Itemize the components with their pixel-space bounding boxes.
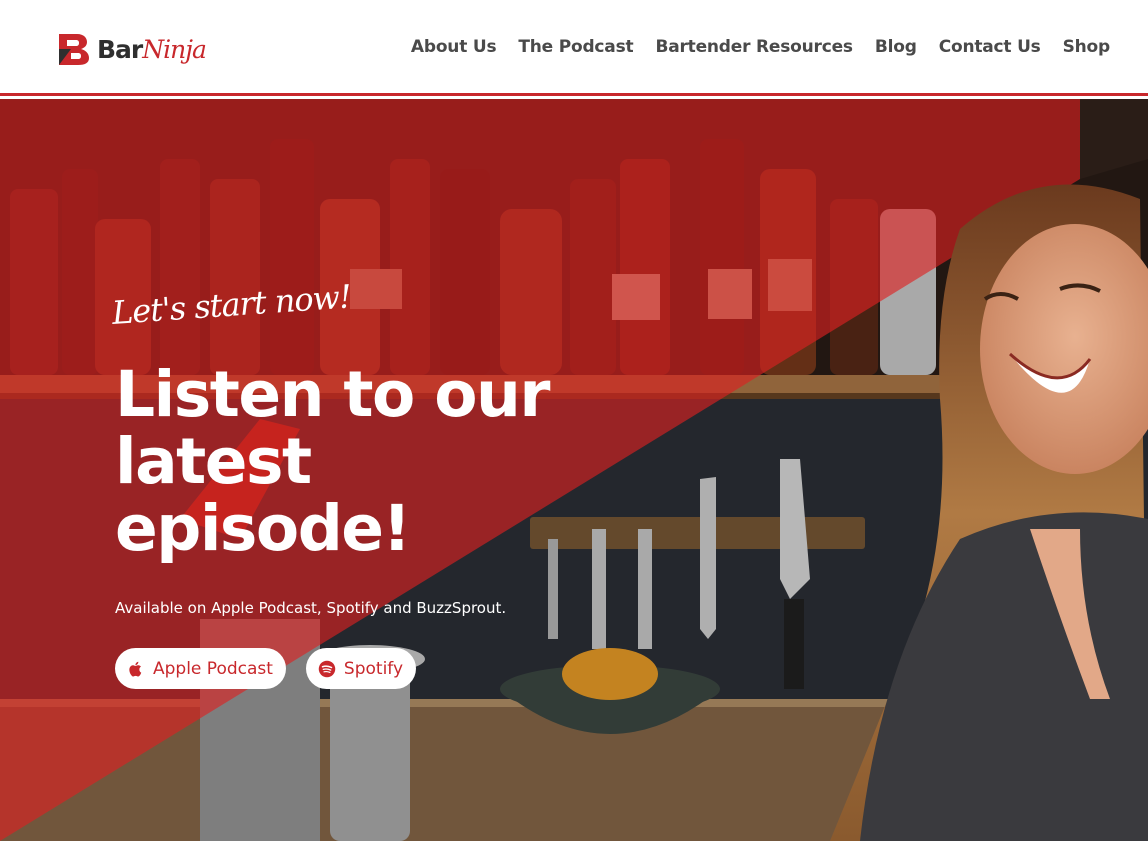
spotify-button[interactable]: Spotify <box>305 648 417 689</box>
nav-about-us[interactable]: About Us <box>411 37 497 57</box>
nav-shop[interactable]: Shop <box>1063 37 1111 57</box>
headline-line-3: episode! <box>115 492 411 565</box>
spotify-icon <box>318 660 336 677</box>
logo-text-ninja: Ninja <box>142 34 207 64</box>
site-header: BarNinja About Us The Podcast Bartender … <box>0 0 1148 96</box>
hero-section: Let's start now! Listen to our latest ep… <box>0 99 1148 841</box>
nav-the-podcast[interactable]: The Podcast <box>518 37 633 57</box>
logo-wordmark: BarNinja <box>97 34 207 64</box>
spotify-label: Spotify <box>343 658 404 679</box>
logo-text-bar: Bar <box>97 34 143 64</box>
nav-contact-us[interactable]: Contact Us <box>939 37 1041 57</box>
headline-line-1: Listen to our <box>115 358 550 431</box>
nav-bartender-resources[interactable]: Bartender Resources <box>655 37 853 57</box>
apple-podcast-button[interactable]: Apple Podcast <box>115 648 286 689</box>
headline-line-2: latest <box>115 425 312 498</box>
nav-blog[interactable]: Blog <box>875 37 917 57</box>
logo-mark-icon <box>59 34 89 65</box>
hero-headline: Listen to our latest episode! <box>115 361 635 562</box>
main-nav: About Us The Podcast Bartender Resources… <box>411 37 1110 57</box>
hero-subtext: Available on Apple Podcast, Spotify and … <box>115 599 507 617</box>
barninja-logo[interactable]: BarNinja <box>57 31 207 67</box>
podcast-buttons: Apple Podcast Spotify <box>115 648 417 689</box>
apple-icon <box>129 661 142 677</box>
apple-podcast-label: Apple Podcast <box>153 658 273 679</box>
